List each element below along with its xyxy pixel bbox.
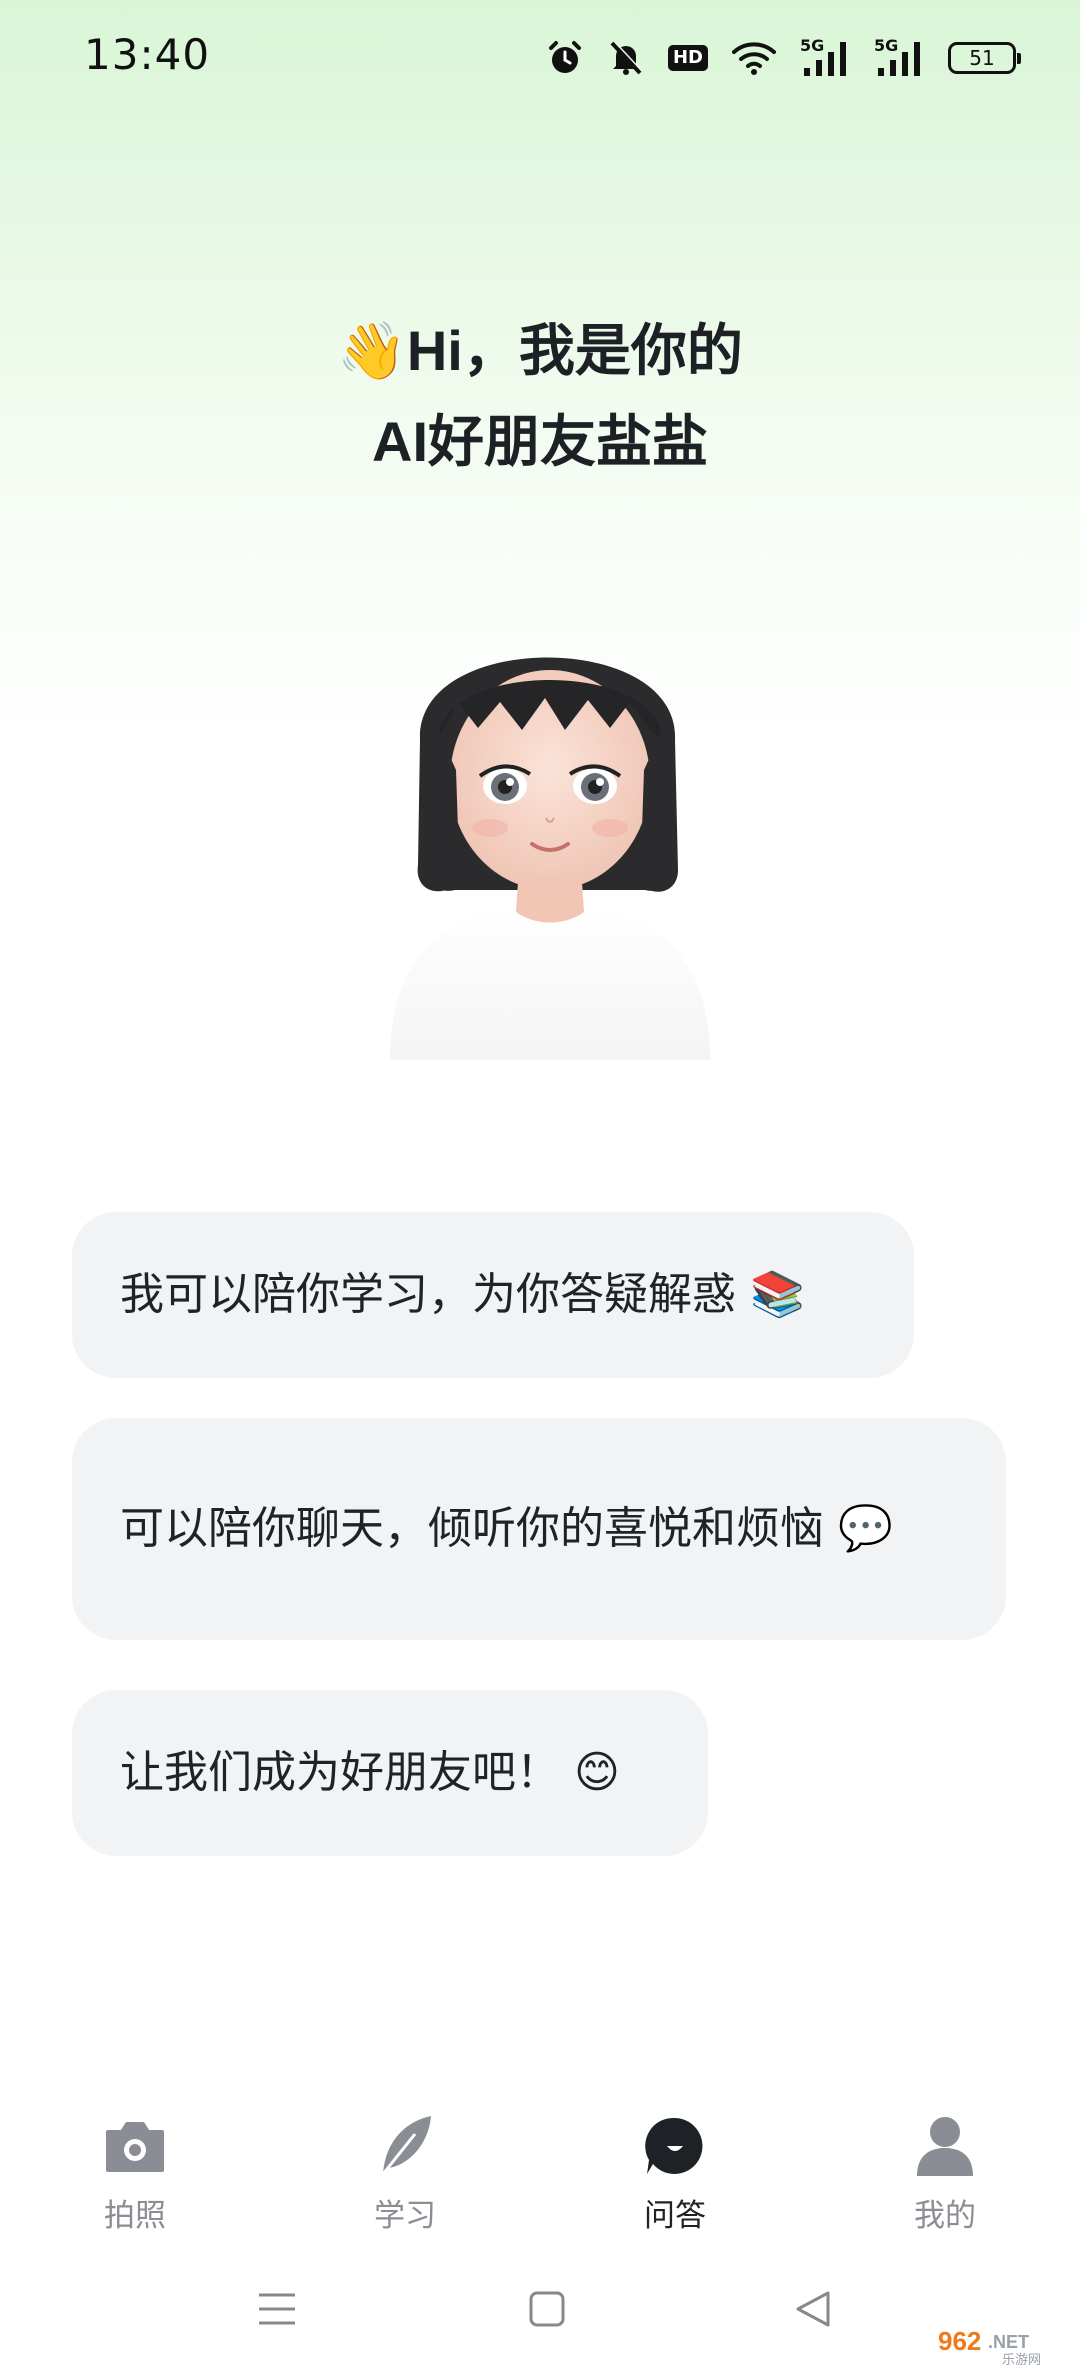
status-bar: 13:40 HD 5G 5G 51 [0, 0, 1080, 118]
nav-item-profile[interactable]: 我的 [810, 2090, 1080, 2240]
nav-item-qa[interactable]: 问答 [540, 2090, 810, 2240]
feather-icon [373, 2114, 437, 2178]
nav-label: 问答 [644, 2198, 706, 2234]
signal-5g-icon: 5G [800, 36, 850, 78]
watermark-logo: 962 .NET 乐游网 [932, 2320, 1072, 2370]
nav-item-study[interactable]: 学习 [270, 2090, 540, 2240]
message-text: 让我们成为好朋友吧！ 😊 [120, 1747, 620, 1798]
ai-avatar [360, 590, 740, 1060]
back-button[interactable] [788, 2284, 838, 2334]
nav-label: 拍照 [104, 2198, 166, 2234]
chat-bubble-icon [643, 2114, 707, 2178]
nav-label: 学习 [374, 2198, 436, 2234]
message-bubble: 可以陪你聊天，倾听你的喜悦和烦恼 💬 [72, 1418, 1006, 1640]
alarm-icon [546, 38, 584, 78]
signal-5g-icon-2: 5G [874, 36, 924, 78]
profile-icon [913, 2114, 977, 2178]
status-time: 13:40 [84, 30, 211, 79]
menu-icon [259, 2293, 295, 2325]
hd-icon: HD [667, 38, 708, 78]
nav-label: 我的 [914, 2198, 976, 2234]
message-text: 我可以陪你学习，为你答疑解惑 📚 [120, 1269, 805, 1320]
system-nav-bar [0, 2262, 1080, 2352]
message-bubble: 我可以陪你学习，为你答疑解惑 📚 [72, 1212, 914, 1378]
home-button[interactable] [522, 2284, 572, 2334]
watermark-brand: 962 [938, 2326, 981, 2356]
wave-icon: 👋 [337, 319, 407, 384]
watermark-sub: 乐游网 [1002, 2353, 1041, 2368]
bottom-nav: 拍照 学习 问答 我的 [0, 2090, 1080, 2240]
greeting-heading: 👋Hi，我是你的 AI好朋友盐盐 [0, 306, 1080, 487]
battery-icon: 51 [948, 42, 1021, 74]
mute-icon [608, 38, 644, 78]
status-icons: HD 5G 5G 51 [546, 36, 1021, 78]
battery-level: 51 [969, 46, 995, 70]
square-icon [529, 2291, 565, 2327]
wifi-icon [732, 38, 776, 78]
nav-item-camera[interactable]: 拍照 [0, 2090, 270, 2240]
camera-icon [103, 2114, 167, 2178]
message-bubble: 让我们成为好朋友吧！ 😊 [72, 1690, 708, 1856]
back-triangle-icon [796, 2291, 830, 2327]
recents-button[interactable] [252, 2284, 302, 2334]
greeting-line-1-text: Hi，我是你的 [406, 319, 743, 382]
watermark-suffix: .NET [988, 2332, 1029, 2352]
greeting-line-2: AI好朋友盐盐 [372, 410, 708, 473]
greeting-line-1: 👋Hi，我是你的 [0, 306, 1080, 397]
message-text: 可以陪你聊天，倾听你的喜悦和烦恼 💬 [120, 1503, 893, 1554]
